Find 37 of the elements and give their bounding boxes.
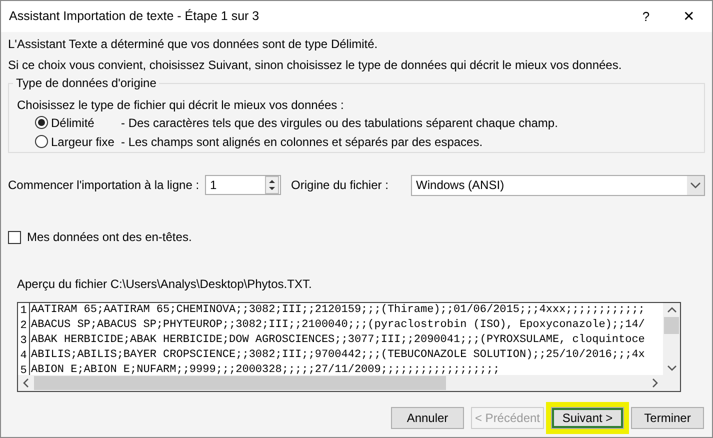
option-description: - Des caractères tels que des virgules ou des tabulations séparent chaque champ. <box>121 114 558 132</box>
scrollbar-thumb[interactable] <box>664 317 679 334</box>
radio-button[interactable] <box>35 135 48 148</box>
radio-label[interactable]: Délimité <box>51 114 121 132</box>
spin-arrows-icon[interactable] <box>265 176 280 194</box>
scrollbar-thumb[interactable] <box>34 376 446 390</box>
horizontal-scrollbar[interactable] <box>18 375 680 391</box>
group-title: Type de données d'origine <box>13 76 160 90</box>
line-number: 4 <box>18 348 30 363</box>
line-number: 2 <box>18 318 30 333</box>
preview-line: AATIRAM 65;AATIRAM 65;CHEMINOVA;;3082;III;;2120159;;;(Thirame);;01/06/2015;;;4xxx;;;;;;;;;;;; <box>30 303 645 318</box>
radio-label[interactable]: Largeur fixe <box>51 132 121 150</box>
group-prompt: Choisissez le type de fichier qui décrit le mieux vos données : <box>17 97 345 113</box>
option-description: - Les champs sont alignés en colonnes et séparés par des espaces. <box>121 134 483 150</box>
vertical-scrollbar[interactable] <box>663 303 680 375</box>
start-row-spinbox[interactable]: 1 <box>205 175 282 195</box>
file-origin-label: Origine du fichier : <box>291 177 390 194</box>
preview-line: ABILIS;ABILIS;BAYER CROPSCIENCE;;3082;III;;9700442;;;(TEBUCONAZOLE SOLUTION);;25/10/2016;;;4x <box>30 348 645 364</box>
dialog-button[interactable]: Annuler <box>391 407 464 429</box>
preview-line: ABACUS SP;ABACUS SP;PHYTEUROP;;3082;III;;2100040;;;(pyraclostrobin (ISO), Epoxyconazole);;14/ <box>30 318 645 334</box>
preview-line: ABAK HERBICIDE;ABAK HERBICIDE;DOW AGROSCIENCES;;3077;III;;2090041;;;(PYROXSULAME, cloquintoce <box>30 333 645 348</box>
start-row-label: Commencer l'importation à la ligne : <box>8 177 200 194</box>
file-origin-dropdown[interactable]: Windows (ANSI) <box>411 174 705 196</box>
preview-line: ABION E;ABION E;NUFARM;;9999;;;2000328;;;;;27/11/2009;;;;;;;;;;;;;;;;;; <box>30 363 500 375</box>
close-button[interactable]: ✕ <box>666 2 712 32</box>
chevron-down-icon[interactable] <box>687 176 704 194</box>
radio-button[interactable] <box>35 116 48 129</box>
headers-checkbox-label[interactable]: Mes données ont des en-têtes. <box>27 228 192 246</box>
intro-text: L'Assistant Texte a déterminé que vos données sont de type Délimité. <box>8 37 379 51</box>
headers-checkbox[interactable] <box>8 230 21 244</box>
dialog-button[interactable]: Terminer <box>631 407 704 429</box>
window-title: Assistant Importation de texte - Étape 1 sur 3 <box>9 8 260 26</box>
preview-title: Aperçu du fichier C:\Users\Analys\Desktop\Phytos.TXT. <box>17 276 313 293</box>
line-number: 3 <box>18 333 30 348</box>
intro-text: Si ce choix vous convient, choisissez Suivant, sinon choisissez le type de données qui décrit le mieux vos données. <box>8 58 623 72</box>
line-number: 1 <box>18 303 30 318</box>
help-button[interactable]: ? <box>626 2 666 32</box>
